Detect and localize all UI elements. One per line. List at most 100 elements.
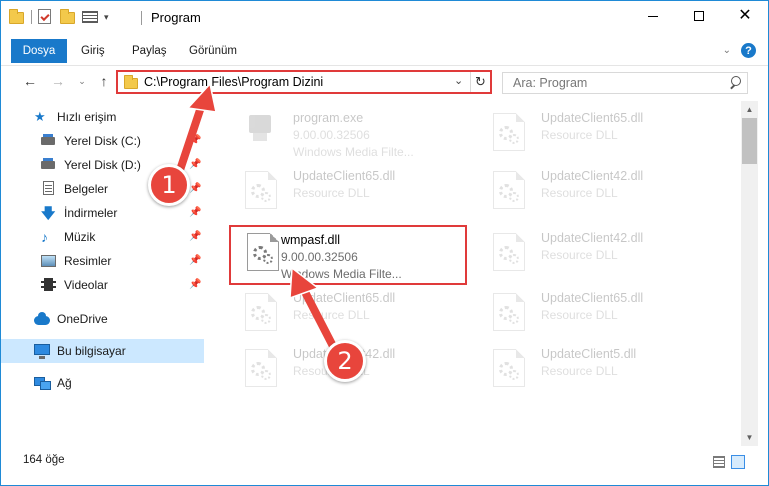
refresh-icon[interactable]: ↻ [470, 72, 490, 92]
address-path[interactable]: C:\Program Files\Program Dizini [144, 75, 323, 89]
file-item[interactable]: program.exe 9.00.00.32506 Windows Media … [229, 105, 469, 161]
tab-file[interactable]: Dosya [11, 39, 67, 63]
sidebar-item-label: Videolar [64, 278, 108, 292]
window-title: Program [151, 10, 201, 25]
back-arrow-icon[interactable]: ← [21, 72, 39, 90]
tab-view[interactable]: Görünüm [189, 39, 237, 63]
sidebar-item-this-pc[interactable]: Bu bilgisayar [1, 339, 204, 363]
sidebar-item-label: Belgeler [64, 182, 109, 196]
file-item[interactable]: UpdateClient42.dll Resource DLL [477, 163, 717, 219]
scroll-thumb[interactable] [742, 118, 757, 164]
file-item[interactable]: UpdateClient5.dll Resource DLL [477, 341, 717, 397]
scroll-up-icon[interactable]: ▲ [741, 101, 758, 118]
minimize-icon [648, 15, 658, 17]
file-name: wmpasf.dll [281, 233, 341, 247]
search-input[interactable]: Ara: Program [513, 76, 587, 90]
item-count: 164 öğe [23, 454, 65, 466]
file-description: Windows Media Filte... [293, 145, 414, 159]
up-arrow-icon[interactable]: ↑ [95, 72, 113, 90]
ribbon-tabs: Dosya Giriş Paylaş Görünüm ⌄ ? [1, 39, 768, 63]
pin-icon[interactable]: 📌 [189, 255, 201, 266]
file-name: UpdateClient65.dll [541, 291, 644, 305]
sidebar-item-label: OneDrive [57, 312, 108, 326]
file-name: program.exe [293, 111, 364, 125]
quick-access-toolbar: ▾ [9, 9, 109, 25]
large-icons-view-icon[interactable] [731, 455, 745, 469]
sidebar-item-quick-access[interactable]: ★ Hızlı erişim [1, 105, 204, 129]
sidebar-item-label: İndirmeler [64, 206, 118, 220]
dll-file-icon [493, 113, 525, 151]
sidebar-item-music[interactable]: ♪ Müzik 📌 [1, 225, 204, 249]
sidebar-item-network[interactable]: Ağ [1, 371, 204, 395]
tab-share[interactable]: Paylaş [132, 39, 167, 63]
sidebar-item-label: Bu bilgisayar [57, 344, 126, 358]
status-bar: 164 öğe [1, 451, 768, 473]
folder-icon [9, 9, 25, 25]
search-box[interactable]: Ara: Program [502, 72, 748, 94]
pictures-icon [41, 253, 57, 269]
file-type: Resource DLL [541, 128, 618, 142]
navigation-pane: ★ Hızlı erişim Yerel Disk (C:) 📌 Yerel D… [1, 101, 206, 446]
title-separator [141, 11, 142, 25]
properties-icon[interactable] [38, 9, 54, 25]
sidebar-item-label: Yerel Disk (C:) [64, 134, 141, 148]
file-type: Resource DLL [541, 308, 618, 322]
network-icon [34, 375, 51, 391]
pin-icon[interactable]: 📌 [189, 279, 201, 290]
address-dropdown-icon[interactable]: ⌄ [454, 74, 463, 87]
dll-file-icon [245, 349, 277, 387]
dll-file-icon [493, 349, 525, 387]
file-type: Resource DLL [541, 186, 618, 200]
ribbon-controls: ⌄ ? [723, 43, 756, 58]
details-view-icon[interactable] [713, 456, 725, 468]
file-item-highlighted[interactable]: wmpasf.dll 9.00.00.32506 Windows Media F… [229, 225, 467, 285]
pin-icon[interactable]: 📌 [189, 159, 201, 170]
file-type: Resource DLL [293, 186, 370, 200]
dll-file-icon [245, 293, 277, 331]
sidebar-item-pictures[interactable]: Resimler 📌 [1, 249, 204, 273]
close-button[interactable]: ✕ [722, 1, 768, 31]
step-badge-1: 1 [148, 164, 190, 206]
pin-icon[interactable]: 📌 [189, 135, 201, 146]
navigation-bar: ← → ⌄ ↑ C:\Program Files\Program Dizini … [1, 65, 768, 97]
file-item[interactable]: UpdateClient65.dll Resource DLL [229, 163, 469, 219]
file-type: Resource DLL [293, 308, 370, 322]
search-icon[interactable] [729, 76, 741, 88]
disk-icon [41, 157, 57, 173]
customize-toolbar-icon[interactable]: ▾ [104, 12, 109, 23]
file-name: UpdateClient42.dll [541, 169, 644, 183]
sidebar-item-local-disk-c[interactable]: Yerel Disk (C:) 📌 [1, 129, 204, 153]
file-item[interactable]: UpdateClient65.dll Resource DLL [477, 105, 717, 161]
sidebar-item-label: Resimler [64, 254, 112, 268]
maximize-button[interactable] [676, 1, 722, 31]
sidebar-item-label: Hızlı erişim [57, 110, 117, 124]
view-options-icon[interactable] [82, 9, 98, 25]
file-type: Resource DLL [541, 364, 618, 378]
sidebar-item-videos[interactable]: Videolar 📌 [1, 273, 204, 297]
vertical-scrollbar[interactable]: ▲ ▼ [741, 101, 758, 446]
pin-icon[interactable]: 📌 [189, 231, 201, 242]
help-icon[interactable]: ? [741, 43, 756, 58]
address-bar[interactable]: C:\Program Files\Program Dizini ⌄ ↻ [116, 70, 492, 94]
file-item[interactable]: UpdateClient42.dll Resource DLL [477, 225, 717, 281]
file-item[interactable]: UpdateClient65.dll Resource DLL [229, 285, 469, 341]
sidebar-item-onedrive[interactable]: OneDrive [1, 307, 204, 331]
file-item[interactable]: UpdateClient65.dll Resource DLL [477, 285, 717, 341]
minimize-button[interactable] [630, 1, 676, 31]
pin-icon[interactable]: 📌 [189, 183, 201, 194]
scroll-down-icon[interactable]: ▼ [741, 429, 758, 446]
dll-file-icon [493, 171, 525, 209]
sidebar-item-label: Müzik [64, 230, 96, 244]
pin-icon[interactable]: 📌 [189, 207, 201, 218]
file-description: Windows Media Filte... [281, 267, 402, 281]
tab-home[interactable]: Giriş [81, 39, 105, 63]
expand-ribbon-icon[interactable]: ⌄ [723, 45, 731, 56]
recent-locations-icon[interactable]: ⌄ [73, 72, 91, 90]
star-icon: ★ [34, 109, 46, 124]
forward-arrow-icon[interactable]: → [49, 72, 67, 90]
computer-icon [34, 343, 50, 359]
new-folder-icon[interactable] [60, 9, 76, 25]
file-name: UpdateClient5.dll [541, 347, 637, 361]
step-badge-2: 2 [324, 340, 366, 382]
application-icon [245, 113, 275, 143]
